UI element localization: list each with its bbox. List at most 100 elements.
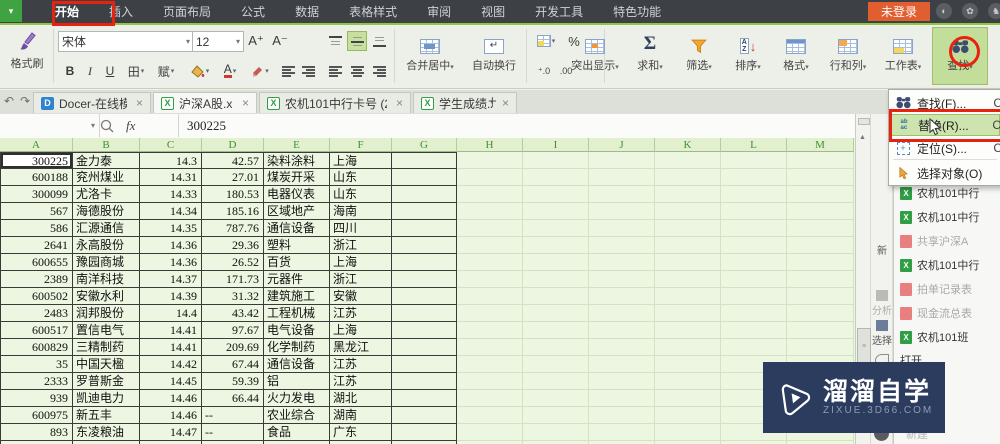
cell[interactable]: 600975 — [0, 407, 73, 424]
skin-icon[interactable]: ◐ — [936, 3, 952, 19]
cell[interactable] — [523, 424, 589, 441]
decrease-font-button[interactable]: A⁻ — [270, 31, 290, 51]
cell[interactable]: 山东 — [330, 169, 392, 186]
cell[interactable] — [787, 288, 854, 305]
cell[interactable] — [457, 305, 523, 322]
cell[interactable]: -- — [202, 407, 264, 424]
cell[interactable] — [457, 322, 523, 339]
cell[interactable]: 江苏 — [330, 305, 392, 322]
close-icon[interactable]: × — [502, 96, 509, 110]
cell[interactable]: 电气设备 — [264, 322, 330, 339]
cell[interactable] — [787, 220, 854, 237]
font-size-select[interactable]: 12 ▾ — [192, 31, 244, 52]
redo-icon[interactable]: ↷ — [20, 94, 30, 108]
cell[interactable]: 通信设备 — [264, 220, 330, 237]
menu-tab-特色功能[interactable]: 特色功能 — [613, 3, 661, 20]
cell[interactable] — [392, 339, 457, 356]
cell[interactable] — [589, 356, 655, 373]
recent-file-item[interactable]: 共享沪深A — [900, 232, 1000, 250]
menu-tab-公式[interactable]: 公式 — [241, 3, 265, 20]
cell[interactable] — [787, 237, 854, 254]
cell[interactable]: 农业综合 — [264, 407, 330, 424]
cell[interactable]: 600829 — [0, 339, 73, 356]
cell[interactable]: 安徽水利 — [73, 288, 140, 305]
cell[interactable]: 66.44 — [202, 390, 264, 407]
borders-button[interactable]: 田 ▾ — [122, 61, 150, 81]
cell[interactable]: 2483 — [0, 305, 73, 322]
cell[interactable]: 14.46 — [140, 390, 202, 407]
cell[interactable] — [457, 220, 523, 237]
cell[interactable] — [589, 237, 655, 254]
cell[interactable] — [589, 407, 655, 424]
cell[interactable] — [589, 254, 655, 271]
cell[interactable] — [787, 305, 854, 322]
close-icon[interactable]: × — [396, 96, 403, 110]
cell[interactable]: 湖南 — [330, 407, 392, 424]
cell[interactable] — [523, 322, 589, 339]
cell[interactable]: 上海 — [330, 152, 392, 169]
column-header-C[interactable]: C — [140, 138, 202, 152]
cell[interactable]: 东凌粮油 — [73, 424, 140, 441]
cell[interactable]: 42.57 — [202, 152, 264, 169]
increase-indent-button[interactable] — [298, 61, 318, 81]
menu-tab-开始[interactable]: 开始 — [55, 3, 79, 20]
close-icon[interactable]: × — [242, 96, 249, 110]
filter-button[interactable]: 筛选▾ — [676, 28, 722, 85]
cell[interactable]: 14.42 — [140, 356, 202, 373]
column-header-J[interactable]: J — [589, 138, 655, 152]
cell[interactable]: 金力泰 — [73, 152, 140, 169]
cell[interactable]: 29.36 — [202, 237, 264, 254]
cell[interactable]: 586 — [0, 220, 73, 237]
format-painter-button[interactable]: 格式刷 — [4, 28, 50, 85]
menu-tab-插入[interactable]: 插入 — [109, 3, 133, 20]
cell[interactable]: 31.32 — [202, 288, 264, 305]
cell[interactable]: 润邦股份 — [73, 305, 140, 322]
cell[interactable]: 2641 — [0, 237, 73, 254]
worksheet-button[interactable]: 工作表▾ — [878, 28, 928, 85]
scroll-up-icon[interactable]: ▲ — [859, 134, 866, 141]
column-header-B[interactable]: B — [73, 138, 140, 152]
cell[interactable]: 35 — [0, 356, 73, 373]
cell[interactable] — [523, 220, 589, 237]
undo-icon[interactable]: ↶ — [4, 94, 14, 108]
cell[interactable]: 中国天楹 — [73, 356, 140, 373]
cell[interactable] — [523, 203, 589, 220]
cell[interactable]: 893 — [0, 424, 73, 441]
cell[interactable] — [392, 169, 457, 186]
column-header-K[interactable]: K — [655, 138, 721, 152]
cell[interactable] — [721, 322, 787, 339]
cell[interactable]: 新五丰 — [73, 407, 140, 424]
cell[interactable] — [589, 186, 655, 203]
cell[interactable]: 180.53 — [202, 186, 264, 203]
cell[interactable] — [655, 237, 721, 254]
cell[interactable] — [457, 271, 523, 288]
cell[interactable] — [392, 407, 457, 424]
cell[interactable]: 600517 — [0, 322, 73, 339]
cell[interactable] — [589, 203, 655, 220]
cell[interactable]: 185.16 — [202, 203, 264, 220]
cell[interactable]: 江苏 — [330, 373, 392, 390]
cell[interactable] — [589, 424, 655, 441]
cell[interactable]: 939 — [0, 390, 73, 407]
formula-value[interactable]: 300225 — [178, 114, 226, 137]
format-table-button[interactable]: 格式▾ — [774, 28, 818, 85]
cell[interactable]: 2389 — [0, 271, 73, 288]
cell[interactable] — [721, 305, 787, 322]
cell[interactable] — [392, 186, 457, 203]
menu-tab-审阅[interactable]: 审阅 — [427, 3, 451, 20]
cell[interactable] — [457, 373, 523, 390]
cell[interactable] — [655, 356, 721, 373]
wps-menu-button[interactable]: ▾ — [0, 0, 22, 22]
cell[interactable] — [655, 271, 721, 288]
menu-item-定位[interactable]: + 定位(S)... C — [890, 137, 1000, 159]
increase-font-button[interactable]: A⁺ — [246, 31, 266, 51]
cell[interactable]: 14.37 — [140, 271, 202, 288]
cell[interactable] — [589, 339, 655, 356]
recent-file-item[interactable]: 现金流总表 — [900, 304, 1000, 322]
cell[interactable]: 区域地产 — [264, 203, 330, 220]
align-left-button[interactable] — [325, 61, 345, 81]
cell[interactable] — [655, 254, 721, 271]
cell[interactable] — [523, 271, 589, 288]
cell[interactable] — [457, 356, 523, 373]
cell[interactable] — [523, 152, 589, 169]
